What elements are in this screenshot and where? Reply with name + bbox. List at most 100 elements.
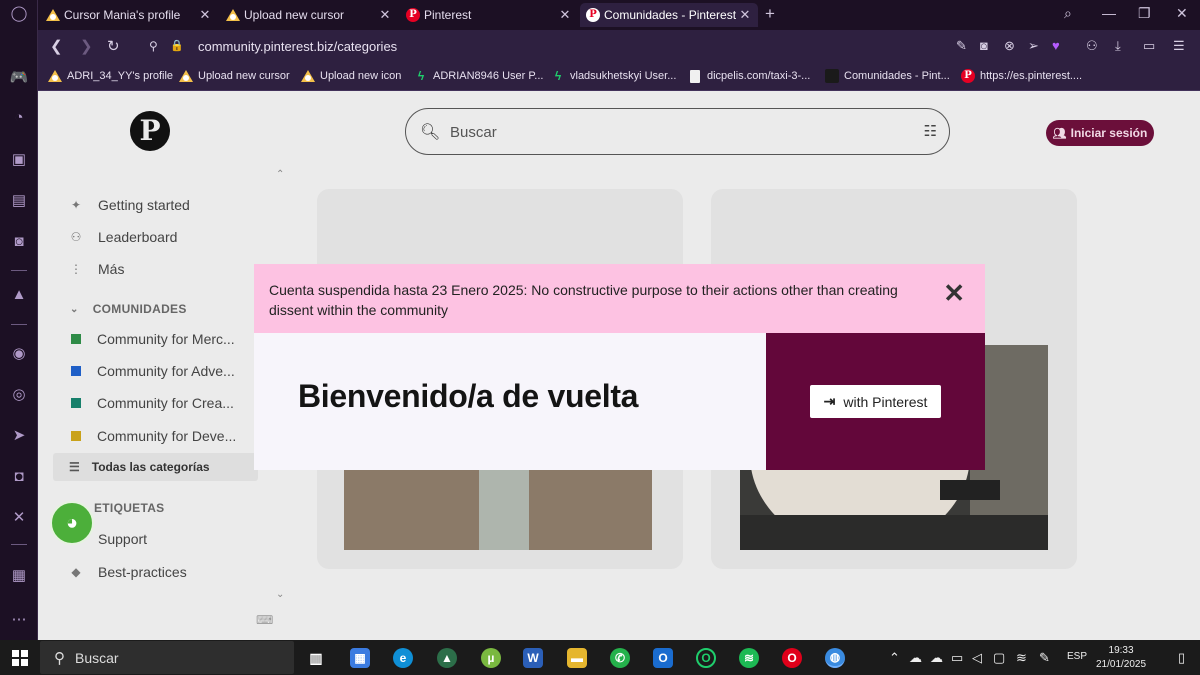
nav-community-creators[interactable]: Community for Crea... — [68, 395, 234, 411]
nav-getting-started[interactable]: ✦ Getting started — [68, 197, 190, 213]
language-indicator[interactable]: ESP — [1067, 651, 1087, 662]
bookmark-adrian8946[interactable]: ϟ ADRIAN8946 User P... — [414, 69, 544, 83]
filter-sliders-icon[interactable]: ☷ — [924, 122, 937, 140]
window-close-icon[interactable]: ✕ — [1176, 5, 1188, 22]
bag-icon[interactable]: ▣ — [9, 150, 29, 170]
browser-sidebar: ◯ 🎮 ◔ ▣ ▤ ◙ ▲ ◉ ◎ ➤ ◘ ✕ ▦ ⋯ — [0, 0, 38, 640]
volume-icon[interactable]: ◁ — [972, 650, 982, 666]
opera-menu-icon[interactable]: ◯ — [9, 4, 29, 24]
outlook-icon[interactable]: O — [653, 648, 673, 668]
tab-upload-new-cursor[interactable]: Upload new cursor ✕ — [220, 3, 398, 27]
nav-community-developers[interactable]: Community for Deve... — [68, 428, 236, 444]
account-icon[interactable]: ⚇ — [1086, 38, 1098, 54]
communities-heading[interactable]: ⌄ COMUNIDADES — [70, 302, 187, 316]
bookmark-adri-profile[interactable]: ADRI_34_YY's profile — [48, 69, 173, 83]
minimize-icon[interactable]: — — [1102, 5, 1116, 21]
more-icon[interactable]: ⋯ — [9, 610, 29, 630]
taskbar-search[interactable]: ⚲ Buscar — [40, 641, 294, 674]
login-with-pinterest-button[interactable]: ⇥ with Pinterest — [810, 385, 941, 418]
send-icon[interactable]: ➢ — [1028, 38, 1039, 54]
tray-chevron-icon[interactable]: ⌃ — [889, 650, 900, 666]
edge-icon[interactable]: e — [393, 648, 413, 668]
nav-community-merchants[interactable]: Community for Merc... — [68, 331, 235, 347]
heart-icon[interactable]: ♥ — [1052, 38, 1060, 53]
messenger-icon[interactable]: ◉ — [9, 344, 29, 364]
reload-icon[interactable]: ↻ — [107, 37, 120, 55]
speed-icon[interactable]: ◔ — [9, 108, 29, 128]
word-icon[interactable]: W — [523, 648, 543, 668]
menu-icon[interactable]: ☰ — [1173, 38, 1185, 54]
battery-saver-icon[interactable]: ▭ — [1143, 38, 1155, 54]
site-info-icon[interactable]: ⚲ — [149, 39, 158, 53]
nav-tag-best-practices[interactable]: ◆ Best-practices — [68, 564, 186, 580]
aria-icon[interactable]: ▲ — [9, 285, 29, 305]
tab-pinterest[interactable]: P Pinterest ✕ — [400, 3, 578, 27]
nav-community-advertisers[interactable]: Community for Adve... — [68, 363, 235, 379]
twitch-icon[interactable]: ▤ — [9, 191, 29, 211]
block-icon[interactable]: ⊗ — [1004, 38, 1015, 54]
spotify-icon[interactable]: ≋ — [739, 648, 759, 668]
close-icon[interactable]: ✕ — [198, 7, 212, 23]
store-icon[interactable]: ▦ — [350, 648, 370, 668]
scroll-down-chevron-icon[interactable]: ⌄ — [276, 589, 284, 600]
back-arrow-icon[interactable]: ❮ — [50, 37, 63, 55]
inkscape-icon[interactable]: ▲ — [437, 648, 457, 668]
discord-icon[interactable]: ◙ — [9, 232, 29, 252]
tab-cursor-mania-profile[interactable]: Cursor Mania's profile ✕ — [40, 3, 218, 27]
search-box[interactable]: 🔍︎ ☷ — [405, 108, 950, 155]
search-tabs-icon[interactable]: ⌕ — [1064, 5, 1072, 22]
nav-all-categories[interactable]: ☰ Todas las categorías — [53, 453, 258, 481]
clock[interactable]: 19:33 21/01/2025 — [1096, 644, 1146, 672]
new-tab-plus-icon[interactable]: + — [765, 4, 775, 24]
utorrent-icon[interactable]: µ — [481, 648, 501, 668]
pen-icon[interactable]: ✎ — [1039, 650, 1050, 666]
file-explorer-icon[interactable]: ▬ — [567, 648, 587, 668]
x-icon[interactable]: ✕ — [9, 508, 29, 528]
windows-start-icon[interactable] — [12, 650, 28, 666]
login-button[interactable]: 👥︎ Iniciar sesión — [1046, 120, 1154, 146]
whatsapp-icon[interactable]: ◎ — [9, 385, 29, 405]
gamepad-icon[interactable]: 🎮 — [9, 68, 29, 88]
notifications-icon[interactable]: ▯ — [1178, 650, 1185, 666]
tab-comunidades[interactable]: P Comunidades - Pinterest Community ✕ — [580, 3, 758, 27]
bookmark-vladsukhetskyi[interactable]: ϟ vladsukhetskyi User... — [551, 69, 677, 83]
close-icon[interactable]: ✕ — [738, 7, 752, 23]
pinterest-logo-icon[interactable]: P — [130, 111, 170, 151]
bookmark-upload-cursor[interactable]: Upload new cursor — [179, 69, 290, 83]
bookmark-comunidades[interactable]: Comunidades - Pint... — [825, 69, 950, 83]
scroll-up-chevron-icon[interactable]: ⌃ — [276, 169, 284, 180]
gallery-icon[interactable]: ▦ — [9, 566, 29, 586]
battery-icon[interactable]: ▭ — [951, 650, 963, 666]
wifi-icon[interactable]: ≋ — [1016, 650, 1027, 666]
download-icon[interactable]: ⤓ — [1115, 38, 1121, 54]
restore-icon[interactable]: ❐ — [1138, 5, 1151, 22]
bookmark-es-pinterest[interactable]: P https://es.pinterest.... — [961, 69, 1082, 83]
close-icon[interactable]: ✕ — [558, 7, 572, 23]
tags-heading[interactable]: ETIQUETAS — [94, 501, 164, 515]
telegram-icon[interactable]: ➤ — [9, 426, 29, 446]
chrome-icon[interactable]: ◍ — [825, 648, 845, 668]
opera-gx-icon[interactable]: O — [696, 648, 716, 668]
task-view-icon[interactable]: ▥ — [306, 648, 326, 668]
document-icon — [688, 69, 702, 83]
cookie-settings-icon[interactable]: ◕ — [50, 501, 94, 545]
keyboard-icon[interactable]: ⌨ — [256, 613, 273, 627]
bookmark-upload-icon[interactable]: Upload new icon — [301, 69, 401, 83]
bookmark-dicpelis[interactable]: dicpelis.com/taxi-3-... — [688, 69, 810, 83]
display-icon[interactable]: ▢ — [993, 650, 1005, 666]
search-input[interactable] — [450, 121, 890, 143]
edit-icon[interactable]: ✎ — [956, 38, 967, 54]
onedrive-icon[interactable]: ☁ — [930, 650, 943, 666]
nav-leaderboard[interactable]: ⚇ Leaderboard — [68, 229, 178, 245]
cloud-icon[interactable]: ☁ — [909, 650, 922, 666]
forward-arrow-icon[interactable]: ❯ — [80, 37, 93, 55]
instagram-icon[interactable]: ◘ — [9, 467, 29, 487]
opera-icon[interactable]: O — [782, 648, 802, 668]
close-icon[interactable]: ✕ — [943, 280, 965, 306]
camera-icon[interactable]: ◙ — [980, 38, 988, 53]
close-icon[interactable]: ✕ — [378, 7, 392, 23]
nav-more[interactable]: ⋮ Más — [68, 261, 124, 277]
whatsapp-icon[interactable]: ✆ — [610, 648, 630, 668]
url-text[interactable]: community.pinterest.biz/categories — [198, 39, 397, 54]
search-icon: 🔍︎ — [420, 124, 441, 141]
